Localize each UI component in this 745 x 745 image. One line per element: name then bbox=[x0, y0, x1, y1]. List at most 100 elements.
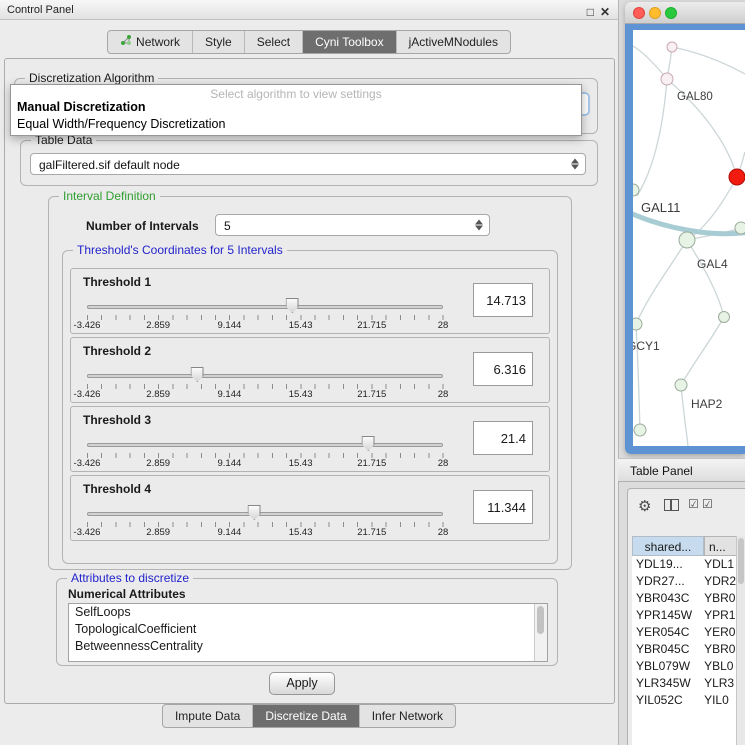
gear-icon[interactable]: ⚙ bbox=[638, 497, 651, 515]
zoom-traffic-icon[interactable] bbox=[665, 7, 677, 19]
table-panel-title: Table Panel bbox=[630, 464, 693, 478]
cell-shared-name: YLR345W bbox=[632, 675, 700, 692]
tick-label: 28 bbox=[438, 458, 449, 469]
slider-thumb[interactable] bbox=[286, 298, 299, 313]
table-scrollbar[interactable] bbox=[736, 536, 745, 745]
table-row[interactable]: YBR043C YBR0 bbox=[632, 590, 738, 607]
tick-label: 21.715 bbox=[357, 458, 386, 469]
list-item[interactable]: BetweennessCentrality bbox=[69, 638, 547, 655]
cell-name: YBR0 bbox=[700, 590, 738, 607]
node-gal4[interactable] bbox=[679, 232, 695, 248]
table-row[interactable]: YPR145W YPR1 bbox=[632, 607, 738, 624]
tab-select-label: Select bbox=[257, 31, 290, 53]
tab-network[interactable]: Network bbox=[108, 31, 193, 53]
cell-name: YDR2 bbox=[700, 573, 738, 590]
control-panel-titlebar[interactable]: Control Panel □ ✕ bbox=[0, 0, 618, 20]
scrollbar-thumb[interactable] bbox=[738, 538, 744, 584]
apply-button[interactable]: Apply bbox=[269, 672, 335, 695]
table-row[interactable]: YER054C YER0 bbox=[632, 624, 738, 641]
slider-track[interactable] bbox=[87, 374, 443, 378]
close-traffic-icon[interactable] bbox=[633, 7, 645, 19]
tab-select[interactable]: Select bbox=[245, 31, 303, 53]
tick-label: 21.715 bbox=[357, 320, 386, 331]
cell-shared-name: YDL19... bbox=[632, 556, 700, 573]
table-row[interactable]: YBL079W YBL0 bbox=[632, 658, 738, 675]
table-row[interactable]: YDR27... YDR2 bbox=[632, 573, 738, 590]
tab-impute-data[interactable]: Impute Data bbox=[163, 705, 253, 727]
table-toolbar: ⚙ ☑ ☑ bbox=[628, 489, 745, 523]
node-gcy1[interactable] bbox=[633, 318, 642, 330]
select-all-checkbox-icon[interactable]: ☑ bbox=[688, 497, 699, 511]
slider-track[interactable] bbox=[87, 512, 443, 516]
threshold-2-value-field[interactable]: 6.316 bbox=[473, 352, 533, 386]
top-tabbar: Network Style Select Cyni Toolbox jActiv… bbox=[0, 30, 618, 54]
network-canvas[interactable]: GAL80 GAL11 GAL4 GCY1 HAP2 bbox=[633, 30, 745, 446]
tick-label: -3.426 bbox=[74, 527, 101, 538]
float-window-icon[interactable]: □ bbox=[587, 2, 594, 22]
node-gal80[interactable] bbox=[661, 73, 673, 85]
slider-thumb[interactable] bbox=[248, 505, 261, 520]
attributes-list-scrollbar[interactable] bbox=[534, 604, 547, 661]
tab-jactivemnodules[interactable]: jActiveMNodules bbox=[397, 31, 510, 53]
popup-option-manual-discretization[interactable]: Manual Discretization bbox=[17, 100, 146, 114]
tick-label: 15.43 bbox=[289, 389, 313, 400]
network-window-titlebar[interactable] bbox=[625, 2, 745, 24]
node-hap2[interactable] bbox=[675, 379, 687, 391]
node[interactable] bbox=[719, 312, 730, 323]
tab-style-label: Style bbox=[205, 31, 232, 53]
tab-cyni-toolbox[interactable]: Cyni Toolbox bbox=[303, 31, 396, 53]
node-red-selected[interactable] bbox=[729, 169, 745, 185]
network-graph: GAL80 GAL11 GAL4 GCY1 HAP2 bbox=[633, 30, 745, 446]
threshold-2-box: Threshold 2 -3.426 2.859 9.144 15.43 21.… bbox=[70, 337, 550, 403]
close-icon[interactable]: ✕ bbox=[600, 2, 610, 22]
slider-thumb[interactable] bbox=[362, 436, 375, 451]
algorithm-dropdown-popup: Select algorithm to view settings Manual… bbox=[10, 84, 582, 136]
slider-thumb[interactable] bbox=[191, 367, 204, 382]
table-row[interactable]: YIL052C YIL0 bbox=[632, 692, 738, 709]
list-item[interactable]: TopologicalCoefficient bbox=[69, 621, 547, 638]
table-row[interactable]: YLR345W YLR3 bbox=[632, 675, 738, 692]
threshold-4-value-field[interactable]: 11.344 bbox=[473, 490, 533, 524]
bottom-tab-group: Impute Data Discretize Data Infer Networ… bbox=[162, 704, 456, 728]
list-item[interactable]: SelfLoops bbox=[69, 604, 547, 621]
table-data-combo[interactable]: galFiltered.sif default node bbox=[30, 153, 586, 175]
table-row[interactable]: YBR045C YBR0 bbox=[632, 641, 738, 658]
threshold-1-value-field[interactable]: 14.713 bbox=[473, 283, 533, 317]
threshold-3-value-field[interactable]: 21.4 bbox=[473, 421, 533, 455]
threshold-1-slider[interactable] bbox=[87, 297, 443, 315]
threshold-2-slider[interactable] bbox=[87, 366, 443, 384]
number-of-intervals-combo[interactable]: 5 bbox=[215, 214, 490, 236]
threshold-4-slider[interactable] bbox=[87, 504, 443, 522]
node[interactable] bbox=[667, 42, 677, 52]
node[interactable] bbox=[735, 222, 745, 234]
threshold-4-box: Threshold 4 -3.426 2.859 9.144 15.43 21.… bbox=[70, 475, 550, 541]
network-icon bbox=[120, 31, 132, 53]
cell-name: YPR1 bbox=[700, 607, 738, 624]
slider-track[interactable] bbox=[87, 305, 443, 309]
threshold-3-box: Threshold 3 -3.426 2.859 9.144 15.43 21.… bbox=[70, 406, 550, 472]
tab-style[interactable]: Style bbox=[193, 31, 245, 53]
column-header-shared-name[interactable]: shared... bbox=[632, 536, 704, 556]
tick-label: 2.859 bbox=[146, 320, 170, 331]
table-panel-header[interactable]: Table Panel bbox=[618, 458, 745, 482]
tick-label: 2.859 bbox=[146, 389, 170, 400]
slider-tick-labels: -3.426 2.859 9.144 15.43 21.715 28 bbox=[87, 389, 443, 400]
table-row[interactable]: YDL19... YDL1 bbox=[632, 556, 738, 573]
node-label-hap2: HAP2 bbox=[691, 397, 723, 411]
deselect-all-checkbox-icon[interactable]: ☑ bbox=[702, 497, 713, 511]
discretization-algorithm-label: Discretization Algorithm bbox=[25, 71, 158, 85]
popup-option-equal-width-frequency[interactable]: Equal Width/Frequency Discretization bbox=[17, 117, 225, 131]
minimize-traffic-icon[interactable] bbox=[649, 7, 661, 19]
scrollbar-thumb[interactable] bbox=[537, 606, 544, 634]
tick-label: -3.426 bbox=[74, 458, 101, 469]
cell-shared-name: YDR27... bbox=[632, 573, 700, 590]
tab-infer-network[interactable]: Infer Network bbox=[360, 705, 455, 727]
node[interactable] bbox=[634, 424, 646, 436]
threshold-3-slider[interactable] bbox=[87, 435, 443, 453]
highlighted-edge[interactable] bbox=[633, 212, 745, 234]
columns-icon[interactable] bbox=[664, 499, 679, 511]
tick-label: 21.715 bbox=[357, 527, 386, 538]
cell-shared-name: YBR043C bbox=[632, 590, 700, 607]
slider-track[interactable] bbox=[87, 443, 443, 447]
tab-discretize-data[interactable]: Discretize Data bbox=[253, 705, 359, 727]
